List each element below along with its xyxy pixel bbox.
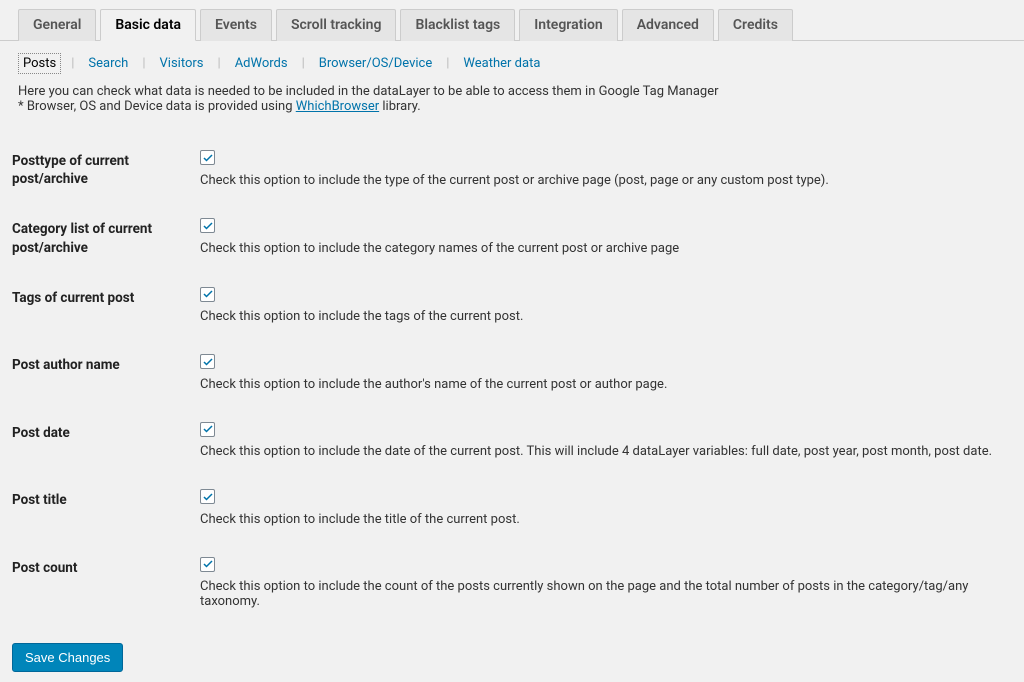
option-row: Post titleCheck this option to include t… — [0, 477, 1024, 545]
option-row: Post author nameCheck this option to inc… — [0, 342, 1024, 410]
subtab-posts[interactable]: Posts — [18, 53, 61, 74]
tab-integration[interactable]: Integration — [519, 9, 617, 41]
option-description: Check this option to include the author'… — [200, 377, 1014, 392]
option-title: Post count — [0, 545, 200, 628]
save-changes-button[interactable]: Save Changes — [12, 643, 123, 672]
primary-tabs: General Basic data Events Scroll trackin… — [0, 0, 1024, 41]
tab-blacklist-tags[interactable]: Blacklist tags — [400, 9, 515, 41]
option-row: Posttype of current post/archiveCheck th… — [0, 138, 1024, 206]
option-description: Check this option to include the tags of… — [200, 309, 1014, 324]
option-title: Post date — [0, 410, 200, 478]
option-checkbox[interactable] — [200, 287, 215, 302]
intro-line-1: Here you can check what data is needed t… — [18, 84, 1006, 99]
option-checkbox[interactable] — [200, 354, 215, 369]
intro-text: Here you can check what data is needed t… — [0, 80, 1024, 116]
tab-advanced[interactable]: Advanced — [622, 9, 714, 41]
submit-row: Save Changes — [0, 627, 1024, 672]
option-checkbox[interactable] — [200, 489, 215, 504]
option-checkbox[interactable] — [200, 150, 215, 165]
subtab-visitors[interactable]: Visitors — [156, 54, 208, 73]
options-table: Posttype of current post/archiveCheck th… — [0, 138, 1024, 627]
intro-suffix: library. — [379, 99, 421, 114]
subtab-weather-data[interactable]: Weather data — [459, 54, 544, 73]
tab-events[interactable]: Events — [200, 9, 272, 41]
sub-tabs: Posts | Search | Visitors | AdWords | Br… — [0, 41, 1024, 80]
option-checkbox[interactable] — [200, 422, 215, 437]
subtab-separator: | — [142, 56, 145, 71]
option-title: Post title — [0, 477, 200, 545]
option-row: Post dateCheck this option to include th… — [0, 410, 1024, 478]
option-row: Category list of current post/archiveChe… — [0, 206, 1024, 274]
whichbrowser-link[interactable]: WhichBrowser — [296, 99, 379, 114]
subtab-separator: | — [302, 56, 305, 71]
subtab-adwords[interactable]: AdWords — [231, 54, 292, 73]
subtab-separator: | — [71, 56, 74, 71]
intro-prefix: * Browser, OS and Device data is provide… — [18, 99, 296, 114]
subtab-separator: | — [446, 56, 449, 71]
tab-basic-data[interactable]: Basic data — [100, 9, 196, 41]
option-checkbox[interactable] — [200, 218, 215, 233]
tab-scroll-tracking[interactable]: Scroll tracking — [276, 9, 397, 41]
tab-general[interactable]: General — [18, 9, 96, 41]
intro-line-2: * Browser, OS and Device data is provide… — [18, 99, 1006, 114]
subtab-browser-os-device[interactable]: Browser/OS/Device — [315, 54, 436, 73]
subtab-separator: | — [218, 56, 221, 71]
option-description: Check this option to include the title o… — [200, 512, 1014, 527]
option-title: Post author name — [0, 342, 200, 410]
option-description: Check this option to include the type of… — [200, 173, 1014, 188]
tab-credits[interactable]: Credits — [718, 9, 793, 41]
option-title: Category list of current post/archive — [0, 206, 200, 274]
option-row: Tags of current postCheck this option to… — [0, 275, 1024, 343]
option-title: Posttype of current post/archive — [0, 138, 200, 206]
option-description: Check this option to include the count o… — [200, 579, 1014, 609]
option-row: Post countCheck this option to include t… — [0, 545, 1024, 628]
option-title: Tags of current post — [0, 275, 200, 343]
option-description: Check this option to include the categor… — [200, 241, 1014, 256]
subtab-search[interactable]: Search — [84, 54, 132, 73]
option-checkbox[interactable] — [200, 557, 215, 572]
option-description: Check this option to include the date of… — [200, 444, 1014, 459]
